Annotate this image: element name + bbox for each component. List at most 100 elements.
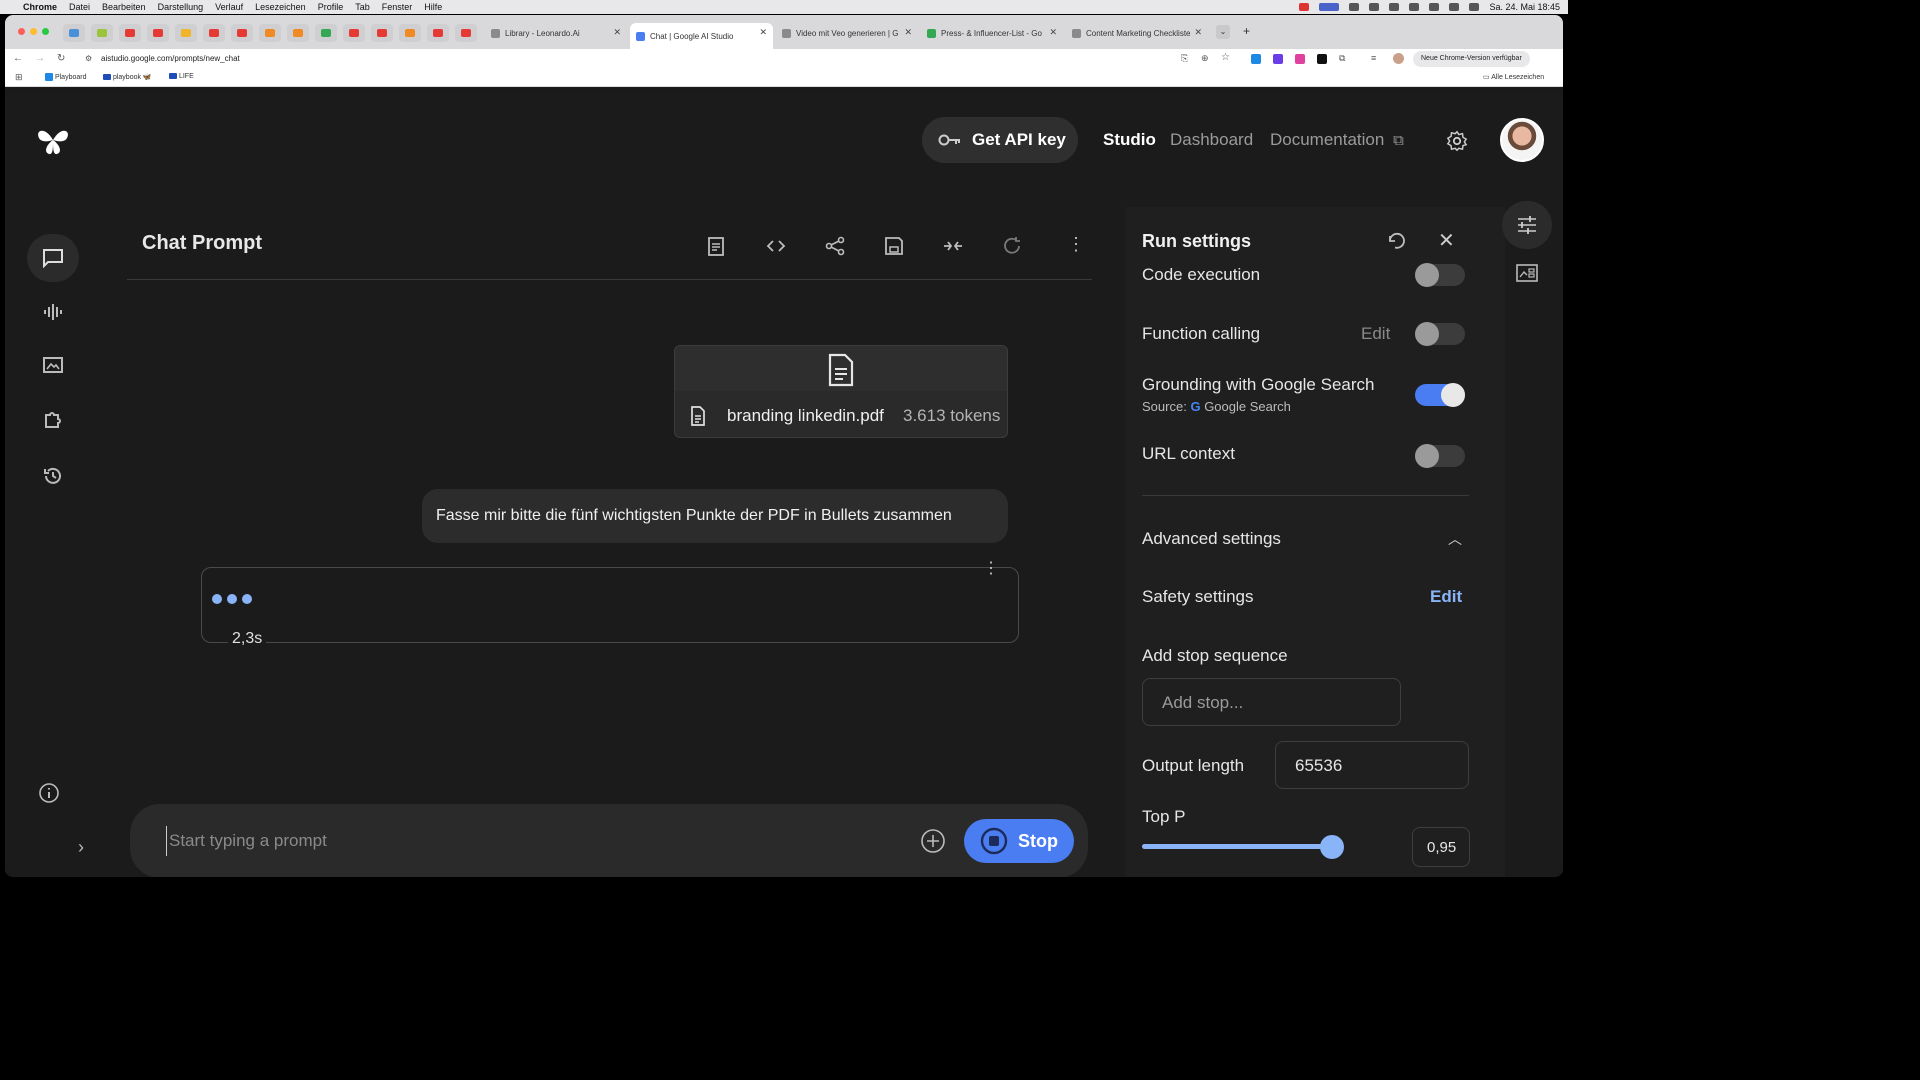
tab-search-icon[interactable]: ⌄: [1216, 25, 1230, 39]
media-gallery-icon[interactable]: [1516, 264, 1538, 282]
compare-icon[interactable]: [942, 235, 964, 257]
back-icon[interactable]: ←: [13, 53, 23, 64]
pinned-tab-3[interactable]: [175, 24, 197, 42]
pinned-tab-6[interactable]: [399, 24, 421, 42]
tab-close-icon[interactable]: ✕: [1049, 27, 1057, 38]
function-calling-toggle[interactable]: [1415, 322, 1465, 346]
pinned-tab-1[interactable]: [63, 24, 85, 42]
nav-dashboard[interactable]: Dashboard: [1170, 130, 1253, 150]
safety-settings-edit[interactable]: Edit: [1430, 587, 1462, 607]
code-execution-toggle[interactable]: [1415, 263, 1465, 287]
menubar-clock[interactable]: Sa. 24. Mai 18:45: [1489, 2, 1560, 12]
rail-media-button[interactable]: [27, 342, 79, 390]
attached-file-card[interactable]: branding linkedin.pdf 3.613 tokens: [674, 345, 1008, 438]
extension-icon-4[interactable]: [1317, 54, 1327, 64]
minimize-window-button[interactable]: [30, 28, 37, 35]
screen-icon[interactable]: [1319, 3, 1340, 11]
bluetooth-icon[interactable]: [1389, 3, 1400, 11]
tab-close-icon[interactable]: ✕: [1194, 27, 1202, 38]
tab-ai-studio[interactable]: Chat | Google AI Studio ✕: [630, 23, 773, 49]
more-options-icon[interactable]: ⋮: [1067, 234, 1085, 255]
forward-icon[interactable]: →: [35, 53, 45, 64]
tab-close-icon[interactable]: ✕: [613, 27, 621, 38]
chevron-up-icon[interactable]: ︿: [1448, 529, 1462, 549]
tab-leonardo[interactable]: Library - Leonardo.Ai ✕: [485, 23, 627, 43]
info-icon[interactable]: [38, 782, 60, 804]
expand-sidebar-chevron-icon[interactable]: ›: [78, 837, 84, 858]
rail-apps-button[interactable]: [27, 396, 79, 444]
grounding-toggle[interactable]: [1415, 383, 1465, 407]
pinned-tab-youtube-4[interactable]: [231, 24, 253, 42]
apps-grid-icon[interactable]: ⊞: [15, 72, 23, 83]
search-icon[interactable]: [1449, 3, 1460, 11]
tab-veo[interactable]: Video mit Veo generieren | G ✕: [776, 23, 918, 43]
reading-list-icon[interactable]: ≡: [1371, 53, 1376, 63]
rail-chat-button[interactable]: [27, 234, 79, 282]
zoom-window-button[interactable]: [42, 28, 49, 35]
code-icon[interactable]: [765, 235, 787, 257]
advanced-settings-label[interactable]: Advanced settings: [1142, 529, 1281, 549]
menu-item-darstellung[interactable]: Darstellung: [158, 2, 204, 12]
save-icon[interactable]: [883, 235, 905, 257]
top-p-input[interactable]: 0,95: [1412, 827, 1470, 867]
pinned-tab-2[interactable]: [91, 24, 113, 42]
pinned-tab-youtube-5[interactable]: [343, 24, 365, 42]
output-length-input[interactable]: 65536: [1275, 741, 1469, 789]
rail-stream-button[interactable]: [27, 288, 79, 336]
tab-close-icon[interactable]: ✕: [904, 27, 912, 38]
response-more-icon[interactable]: ⋮: [983, 558, 999, 578]
ai-studio-logo-icon[interactable]: [35, 124, 71, 156]
stop-sequence-input[interactable]: Add stop...: [1142, 678, 1401, 726]
menu-item-datei[interactable]: Datei: [69, 2, 90, 12]
bookmark-life[interactable]: LIFE: [169, 73, 194, 80]
zoom-icon[interactable]: ⊕: [1201, 53, 1209, 64]
menu-extra-icon[interactable]: [1349, 3, 1360, 11]
all-bookmarks[interactable]: ▭ Alle Lesezeichen: [1483, 73, 1544, 81]
close-settings-icon[interactable]: ✕: [1438, 228, 1455, 253]
play-icon[interactable]: [1369, 3, 1380, 11]
refresh-icon[interactable]: [1001, 235, 1023, 257]
menu-item-lesezeichen[interactable]: Lesezeichen: [255, 2, 306, 12]
add-media-plus-icon[interactable]: [920, 828, 946, 854]
menu-app-name[interactable]: Chrome: [23, 2, 57, 12]
control-center-icon[interactable]: [1469, 3, 1480, 11]
stop-button[interactable]: Stop: [964, 819, 1074, 863]
run-settings-toggle-button[interactable]: [1502, 201, 1552, 249]
pinned-tab-youtube-1[interactable]: [119, 24, 141, 42]
bookmark-star-icon[interactable]: ☆: [1221, 52, 1230, 63]
pinned-tab-youtube-2[interactable]: [147, 24, 169, 42]
prompt-input[interactable]: [166, 826, 866, 856]
record-icon[interactable]: [1299, 3, 1310, 11]
reload-icon[interactable]: ↻: [57, 53, 65, 64]
menu-item-hilfe[interactable]: Hilfe: [424, 2, 442, 12]
new-tab-button[interactable]: +: [1243, 24, 1250, 38]
site-info-icon[interactable]: ⚙: [85, 54, 92, 63]
battery-icon[interactable]: [1409, 3, 1420, 11]
pinned-tab-sheets[interactable]: [315, 24, 337, 42]
menu-item-bearbeiten[interactable]: Bearbeiten: [102, 2, 146, 12]
get-api-key-button[interactable]: Get API key: [922, 117, 1078, 163]
pinned-tab-youtube-7[interactable]: [427, 24, 449, 42]
close-window-button[interactable]: [18, 28, 25, 35]
reset-settings-icon[interactable]: [1386, 230, 1408, 252]
pinned-tab-5[interactable]: [287, 24, 309, 42]
tab-content-marketing[interactable]: Content Marketing Checkliste ✕: [1066, 23, 1208, 43]
url-context-toggle[interactable]: [1415, 444, 1465, 468]
menu-item-fenster[interactable]: Fenster: [382, 2, 413, 12]
tab-close-icon[interactable]: ✕: [759, 27, 767, 38]
install-icon[interactable]: ⎘: [1181, 53, 1188, 64]
pinned-tab-youtube-6[interactable]: [371, 24, 393, 42]
url-field[interactable]: aistudio.google.com/prompts/new_chat: [101, 54, 240, 63]
top-p-slider-thumb[interactable]: [1320, 835, 1344, 859]
extension-icon-1[interactable]: [1251, 54, 1261, 64]
wifi-icon[interactable]: [1429, 3, 1440, 11]
nav-studio[interactable]: Studio: [1103, 130, 1156, 150]
bookmark-playboard[interactable]: Playboard: [45, 73, 86, 81]
pinned-tab-youtube-8[interactable]: [455, 24, 477, 42]
profile-avatar-icon[interactable]: [1393, 53, 1404, 64]
extension-icon-3[interactable]: [1295, 54, 1305, 64]
settings-gear-icon[interactable]: [1446, 130, 1468, 152]
top-p-slider[interactable]: [1142, 835, 1344, 859]
pinned-tab-4[interactable]: [259, 24, 281, 42]
menu-item-tab[interactable]: Tab: [355, 2, 370, 12]
